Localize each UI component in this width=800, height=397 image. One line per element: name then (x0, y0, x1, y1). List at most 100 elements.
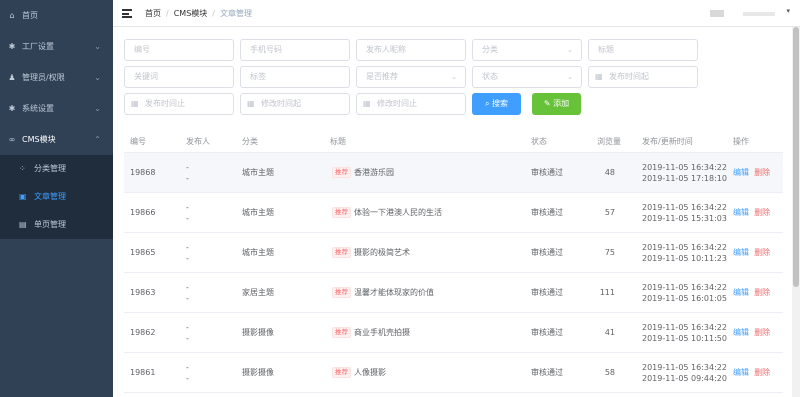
recommend-select[interactable]: 是否推荐 ⌄ (356, 66, 466, 88)
calendar-icon: ▦ (131, 99, 139, 108)
cell-id: 19862 (130, 328, 156, 337)
cell-id: 19861 (130, 368, 156, 377)
recommend-tag: 推荐 (332, 327, 351, 338)
cell-publisher: -- (186, 162, 189, 184)
add-button[interactable]: ✎ 添加 (532, 93, 581, 115)
sidebar-item-articles[interactable]: ▣ 文章管理 (0, 183, 113, 211)
cell-time: 2019-11-05 16:34:22 2019-11-05 09:44:20 (642, 362, 727, 384)
cell-publisher: -- (186, 362, 189, 384)
col-publisher: 发布人 (186, 137, 210, 146)
category-select[interactable]: 分类 ⌄ (472, 39, 582, 61)
scrollbar[interactable] (792, 27, 800, 397)
created-time: 2019-11-05 16:34:22 (642, 283, 727, 292)
gear-icon: ✱ (8, 42, 16, 51)
calendar-icon: ▦ (247, 99, 255, 108)
sidebar-item-admin[interactable]: ♟ 管理员/权限 ⌄ (0, 62, 113, 93)
breadcrumb-home[interactable]: 首页 (145, 9, 161, 18)
title-text: 摄影的极简艺术 (354, 248, 410, 257)
cell-time: 2019-11-05 16:34:22 2019-11-05 16:01:05 (642, 282, 727, 304)
table-header: 编号 发布人 分类 标题 状态 浏览量 发布/更新时间 操作 (124, 131, 783, 153)
publisher-line-1: - (186, 203, 189, 212)
calendar-icon: ▦ (595, 72, 603, 81)
document-icon: ▣ (19, 192, 27, 201)
publish-end-picker[interactable]: ▦ 发布时间止 (124, 93, 234, 115)
sidebar-item-pages[interactable]: ▤ 单页管理 (0, 211, 113, 239)
delete-link[interactable]: 删除 (754, 208, 770, 217)
breadcrumb-separator: / (166, 9, 169, 18)
caret-down-icon: ▾ (786, 7, 790, 15)
title-input[interactable]: 标题 (588, 39, 698, 61)
modify-start-placeholder: 修改时间起 (261, 99, 301, 108)
user-icon: ♟ (8, 73, 16, 82)
scrollbar-thumb[interactable] (793, 27, 799, 287)
publisher-line-1: - (186, 283, 189, 292)
sidebar-item-label: 文章管理 (34, 192, 66, 201)
publisher-line-2: - (186, 214, 189, 223)
delete-link[interactable]: 删除 (754, 168, 770, 177)
user-menu[interactable]: ▾ (710, 7, 790, 18)
edit-link[interactable]: 编辑 (733, 328, 749, 337)
table-row: 19865 -- 城市主题 推荐 摄影的极简艺术 审核通过 75 2019-11-… (124, 233, 783, 273)
modify-end-picker[interactable]: ▦ 修改时间止 (356, 93, 466, 115)
sidebar-item-home[interactable]: ⌂ 首页 (0, 0, 113, 31)
created-time: 2019-11-05 16:34:22 (642, 163, 727, 172)
delete-link[interactable]: 删除 (754, 328, 770, 337)
delete-link[interactable]: 删除 (754, 368, 770, 377)
cell-views: 41 (604, 328, 615, 337)
title-text: 温馨才能体现家的价值 (354, 288, 434, 297)
status-select[interactable]: 状态 ⌄ (472, 66, 582, 88)
page-icon: ▤ (19, 220, 27, 229)
search-icon: ⌕ (484, 99, 493, 108)
cell-category: 家居主题 (242, 288, 274, 297)
delete-link[interactable]: 删除 (754, 248, 770, 257)
col-time: 发布/更新时间 (642, 137, 693, 146)
tag-input[interactable]: 标签 (240, 66, 350, 88)
publish-start-picker[interactable]: ▦ 发布时间起 (588, 66, 698, 88)
sidebar-item-factory[interactable]: ✱ 工厂设置 ⌄ (0, 31, 113, 62)
nickname-input[interactable]: 发布人昵称 (356, 39, 466, 61)
cell-id: 19863 (130, 288, 156, 297)
cell-actions: 编辑 删除 (733, 353, 770, 393)
updated-time: 2019-11-05 09:44:20 (642, 374, 727, 383)
edit-link[interactable]: 编辑 (733, 208, 749, 217)
cell-title: 推荐 香港游乐园 (332, 153, 394, 193)
cell-status: 审核通过 (531, 168, 563, 177)
id-input[interactable]: 编号 (124, 39, 234, 61)
sidebar-item-label: 工厂设置 (22, 42, 54, 51)
title-text: 体验一下港澳人民的生活 (354, 208, 442, 217)
created-time: 2019-11-05 16:34:22 (642, 363, 727, 372)
edit-link[interactable]: 编辑 (733, 368, 749, 377)
cell-views: 75 (604, 248, 615, 257)
delete-link[interactable]: 删除 (754, 288, 770, 297)
top-header: 首页 / CMS模块 / 文章管理 ▾ (113, 0, 800, 27)
sidebar-item-label: 单页管理 (34, 220, 66, 229)
updated-time: 2019-11-05 10:11:23 (642, 254, 727, 263)
edit-link[interactable]: 编辑 (733, 288, 749, 297)
breadcrumb-separator: / (212, 9, 215, 18)
sidebar-item-category[interactable]: ⁘ 分类管理 (0, 155, 113, 183)
sidebar-item-cms[interactable]: ∞ CMS模块 ⌃ (0, 124, 113, 155)
cell-time: 2019-11-05 16:34:22 2019-11-05 10:11:23 (642, 242, 727, 264)
edit-link[interactable]: 编辑 (733, 168, 749, 177)
cell-status: 审核通过 (531, 248, 563, 257)
table-row: 19866 -- 城市主题 推荐 体验一下港澳人民的生活 审核通过 57 2019… (124, 193, 783, 233)
keyword-input[interactable]: 关键词 (124, 66, 234, 88)
phone-input[interactable]: 手机号码 (240, 39, 350, 61)
breadcrumb-cms[interactable]: CMS模块 (174, 9, 208, 18)
recommend-tag: 推荐 (332, 247, 351, 258)
recommend-tag: 推荐 (332, 367, 351, 378)
breadcrumb-current: 文章管理 (219, 9, 252, 18)
search-button[interactable]: ⌕ 搜索 (472, 93, 521, 115)
modify-start-picker[interactable]: ▦ 修改时间起 (240, 93, 350, 115)
cell-category: 摄影摄像 (242, 368, 274, 377)
edit-link[interactable]: 编辑 (733, 248, 749, 257)
app-root: ⌂ 首页 ✱ 工厂设置 ⌄ ♟ 管理员/权限 ⌄ ✱ 系统设置 ⌄ ∞ CMS模… (0, 0, 800, 397)
sidebar-item-label: 分类管理 (34, 164, 66, 173)
cell-publisher: -- (186, 242, 189, 264)
cell-category: 城市主题 (242, 208, 274, 217)
cell-category: 摄影摄像 (242, 328, 274, 337)
col-category: 分类 (242, 137, 258, 146)
hamburger-icon[interactable] (122, 9, 132, 18)
sidebar-item-system[interactable]: ✱ 系统设置 ⌄ (0, 93, 113, 124)
cell-title: 推荐 人像摄影 (332, 353, 386, 393)
